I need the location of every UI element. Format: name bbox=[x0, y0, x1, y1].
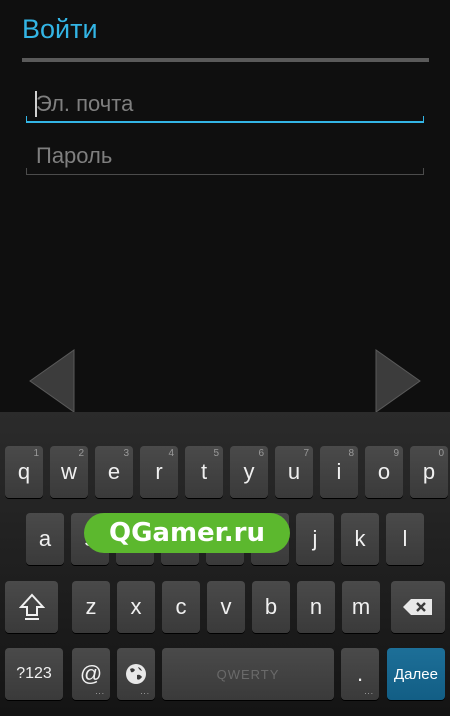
key-label: v bbox=[220, 594, 232, 619]
email-underline-tick-left bbox=[26, 116, 27, 123]
key-t[interactable]: t5 bbox=[185, 446, 223, 498]
key-label: o bbox=[377, 459, 391, 484]
key-label: c bbox=[175, 594, 187, 619]
next-arrow-icon[interactable] bbox=[374, 348, 422, 414]
period-key[interactable]: . ... bbox=[341, 648, 379, 700]
key-number-hint: 6 bbox=[258, 448, 264, 459]
email-underline-tick-right bbox=[423, 116, 424, 123]
key-m[interactable]: m bbox=[342, 581, 380, 633]
key-v[interactable]: v bbox=[207, 581, 245, 633]
title-divider bbox=[22, 58, 429, 62]
key-label: m bbox=[351, 594, 371, 619]
more-dots: ... bbox=[364, 687, 374, 696]
key-number-hint: 4 bbox=[168, 448, 174, 459]
key-label: t bbox=[200, 459, 208, 484]
key-label: p bbox=[422, 459, 436, 484]
key-label: k bbox=[354, 526, 366, 551]
key-label: l bbox=[402, 526, 408, 551]
at-key-label: @ bbox=[79, 661, 103, 686]
password-field[interactable]: Пароль bbox=[26, 135, 424, 175]
key-p[interactable]: p0 bbox=[410, 446, 448, 498]
watermark-logo: QGamer.ru bbox=[84, 513, 290, 553]
key-number-hint: 7 bbox=[303, 448, 309, 459]
key-b[interactable]: b bbox=[252, 581, 290, 633]
email-field[interactable]: Эл. почта bbox=[26, 83, 424, 123]
key-number-hint: 9 bbox=[393, 448, 399, 459]
key-j[interactable]: j bbox=[296, 513, 334, 565]
password-underline-tick-left bbox=[26, 168, 27, 175]
key-label: j bbox=[312, 526, 318, 551]
password-placeholder: Пароль bbox=[36, 143, 113, 168]
more-dots: ... bbox=[95, 687, 105, 696]
page-title: Войти bbox=[22, 14, 98, 44]
key-w[interactable]: w2 bbox=[50, 446, 88, 498]
key-y[interactable]: y6 bbox=[230, 446, 268, 498]
key-number-hint: 3 bbox=[123, 448, 129, 459]
space-bar[interactable]: QWERTY bbox=[162, 648, 334, 700]
key-k[interactable]: k bbox=[341, 513, 379, 565]
key-number-hint: 1 bbox=[33, 448, 39, 459]
shift-key[interactable] bbox=[5, 581, 58, 633]
key-label: e bbox=[107, 459, 121, 484]
key-label: u bbox=[287, 459, 301, 484]
key-number-hint: 0 bbox=[438, 448, 444, 459]
key-number-hint: 8 bbox=[348, 448, 354, 459]
key-l[interactable]: l bbox=[386, 513, 424, 565]
previous-arrow-icon[interactable] bbox=[28, 348, 76, 414]
text-cursor bbox=[35, 91, 37, 117]
key-z[interactable]: z bbox=[72, 581, 110, 633]
key-n[interactable]: n bbox=[297, 581, 335, 633]
backspace-icon bbox=[403, 599, 432, 615]
key-label: w bbox=[61, 459, 77, 484]
email-underline bbox=[26, 121, 424, 123]
symbols-key[interactable]: ?123 bbox=[5, 648, 63, 700]
key-u[interactable]: u7 bbox=[275, 446, 313, 498]
key-c[interactable]: c bbox=[162, 581, 200, 633]
key-label: y bbox=[243, 459, 255, 484]
password-underline bbox=[26, 174, 424, 175]
key-label: r bbox=[155, 459, 163, 484]
backspace-key[interactable] bbox=[391, 581, 445, 633]
key-label: n bbox=[309, 594, 323, 619]
email-placeholder: Эл. почта bbox=[36, 91, 134, 116]
key-x[interactable]: x bbox=[117, 581, 155, 633]
key-e[interactable]: e3 bbox=[95, 446, 133, 498]
key-label: i bbox=[336, 459, 342, 484]
key-label: x bbox=[130, 594, 142, 619]
key-i[interactable]: i8 bbox=[320, 446, 358, 498]
key-o[interactable]: o9 bbox=[365, 446, 403, 498]
more-dots: ... bbox=[140, 687, 150, 696]
globe-icon bbox=[126, 664, 146, 684]
key-label: b bbox=[264, 594, 278, 619]
period-key-label: . bbox=[356, 661, 364, 686]
next-action-button[interactable]: Далее bbox=[387, 648, 445, 700]
key-label: q bbox=[17, 459, 31, 484]
key-q[interactable]: q1 bbox=[5, 446, 43, 498]
key-label: a bbox=[38, 526, 52, 551]
language-key[interactable]: ... bbox=[117, 648, 155, 700]
key-label: z bbox=[85, 594, 97, 619]
at-key[interactable]: @ ... bbox=[72, 648, 110, 700]
password-underline-tick-right bbox=[423, 168, 424, 175]
key-number-hint: 2 bbox=[78, 448, 84, 459]
shift-icon bbox=[18, 593, 45, 620]
key-number-hint: 5 bbox=[213, 448, 219, 459]
key-a[interactable]: a bbox=[26, 513, 64, 565]
key-r[interactable]: r4 bbox=[140, 446, 178, 498]
